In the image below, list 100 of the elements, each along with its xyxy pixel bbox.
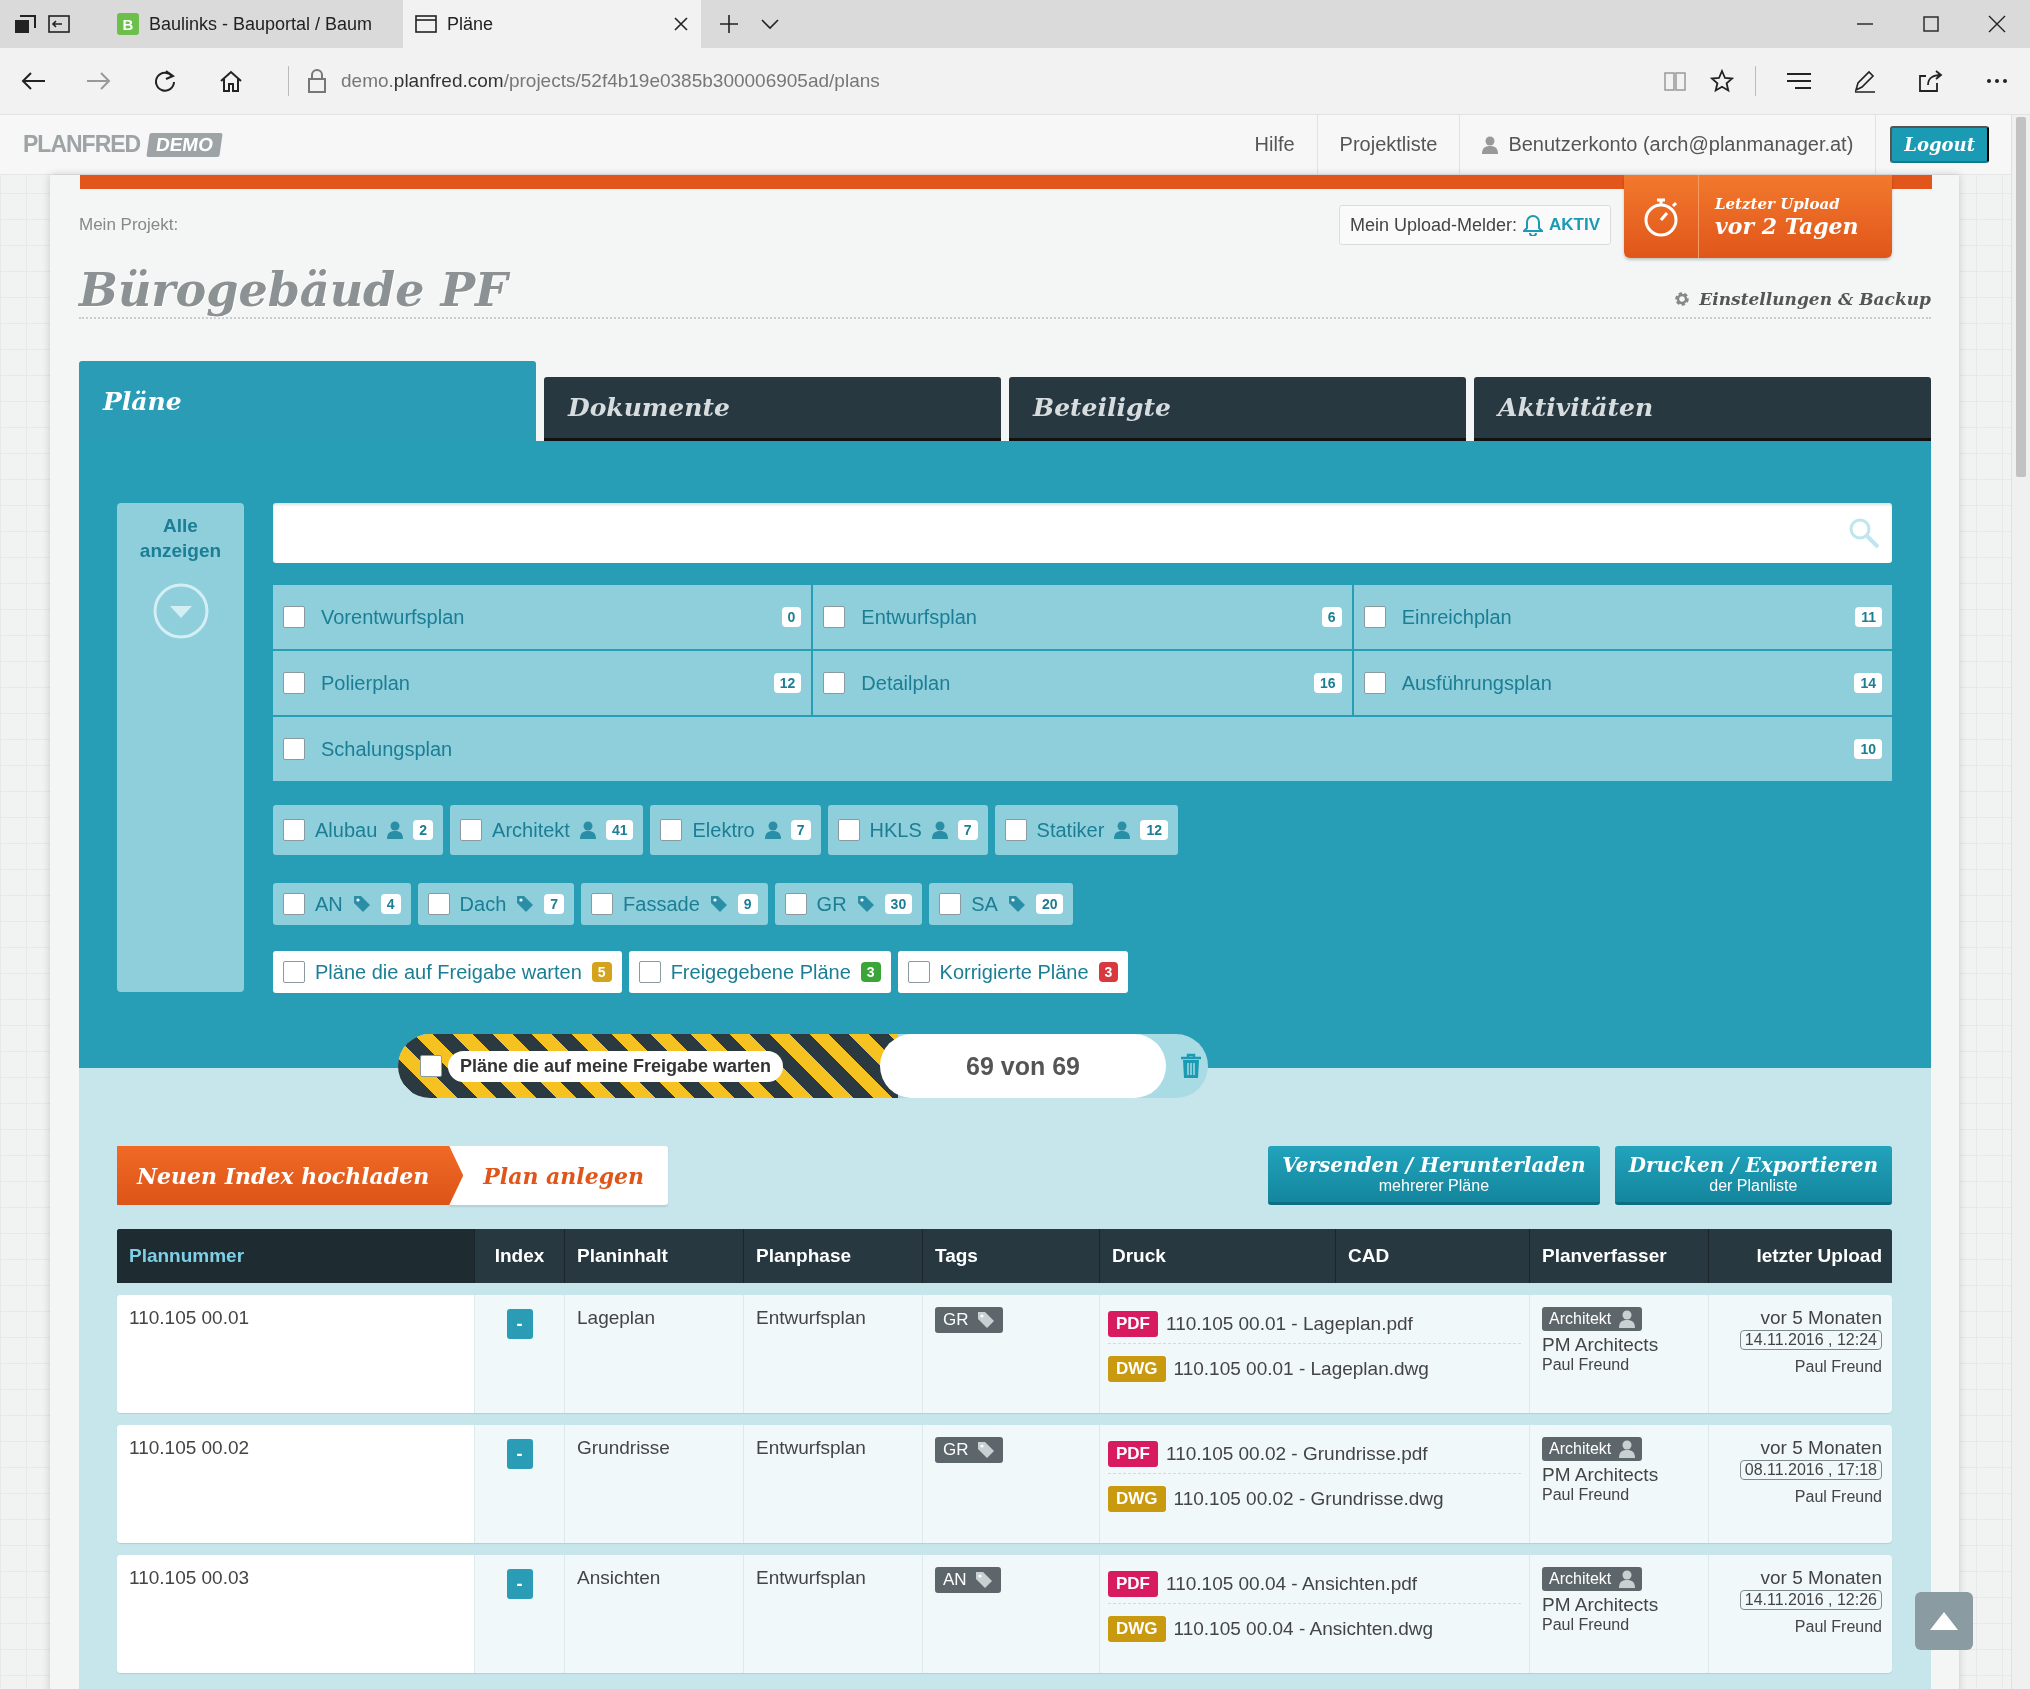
file-link[interactable]: 110.105 00.02 - Grundrisse.pdf xyxy=(1166,1443,1428,1465)
maximize-icon[interactable] xyxy=(1922,15,1940,33)
back-icon[interactable] xyxy=(20,70,46,92)
checkbox[interactable] xyxy=(638,961,661,983)
reading-view-icon[interactable] xyxy=(1662,70,1687,92)
filter-option[interactable]: Entwurfsplan 6 xyxy=(813,585,1352,649)
tab[interactable]: Dokumente xyxy=(544,377,1001,441)
hub-icon[interactable] xyxy=(1786,72,1812,90)
checkbox[interactable] xyxy=(283,606,305,628)
share-icon[interactable] xyxy=(1918,69,1944,93)
scroll-top-button[interactable] xyxy=(1915,1592,1973,1650)
checkbox[interactable] xyxy=(1363,606,1386,628)
account-link[interactable]: Benutzerkonto (arch@planmanager.at) xyxy=(1459,115,1876,174)
checkbox[interactable] xyxy=(420,1055,442,1077)
nav-link[interactable]: Projektliste xyxy=(1316,115,1460,174)
filter-option[interactable]: Ausführungsplan 14 xyxy=(1353,651,1892,715)
column-header[interactable]: Druck xyxy=(1099,1229,1335,1283)
address-field[interactable]: demo.planfred.com/projects/52f4b19e0385b300006905ad/plans xyxy=(341,70,880,92)
filter-chip[interactable]: Architekt 41 xyxy=(450,805,644,855)
search-field[interactable] xyxy=(273,503,1892,563)
filter-chip[interactable]: Fassade 9 xyxy=(581,883,768,925)
checkbox[interactable] xyxy=(660,819,683,841)
filter-label: Architekt xyxy=(492,818,570,842)
tab[interactable]: Aktivitäten xyxy=(1474,377,1931,441)
nav-link[interactable]: Hilfe xyxy=(1232,115,1317,174)
tab[interactable]: Pläne xyxy=(79,361,536,441)
browser-tab[interactable]: Pläne xyxy=(403,0,701,48)
filter-chip[interactable]: Elektro 7 xyxy=(650,805,821,855)
column-header[interactable]: Index xyxy=(474,1229,564,1283)
checkbox[interactable] xyxy=(591,893,614,915)
pen-icon[interactable] xyxy=(1853,69,1877,93)
checkbox[interactable] xyxy=(460,819,483,841)
checkbox[interactable] xyxy=(823,672,846,694)
filter-chip[interactable]: Statiker 12 xyxy=(994,805,1178,855)
refresh-icon[interactable] xyxy=(153,69,177,93)
checkbox[interactable] xyxy=(823,606,846,628)
file-link[interactable]: 110.105 00.02 - Grundrisse.dwg xyxy=(1173,1488,1444,1510)
tabs-icon[interactable] xyxy=(14,14,36,34)
checkbox[interactable] xyxy=(1363,672,1386,694)
column-header[interactable]: CAD xyxy=(1335,1229,1529,1283)
lock-icon xyxy=(307,69,327,93)
checkbox[interactable] xyxy=(1004,819,1027,841)
forward-icon[interactable] xyxy=(86,70,112,92)
column-header[interactable]: Tags xyxy=(922,1229,1099,1283)
action-button[interactable]: Versenden / Herunterladen mehrerer Pläne xyxy=(1268,1146,1600,1205)
checkbox[interactable] xyxy=(283,738,305,760)
tab[interactable]: Beteiligte xyxy=(1009,377,1466,441)
star-icon[interactable] xyxy=(1709,69,1734,93)
filter-label: Fassade xyxy=(623,892,700,916)
checkbox[interactable] xyxy=(907,961,930,983)
filter-option[interactable]: Einreichplan 11 xyxy=(1353,585,1892,649)
checkbox[interactable] xyxy=(283,819,305,841)
filter-option[interactable]: Polierplan 12 xyxy=(273,651,812,715)
create-plan-button[interactable]: Plan anlegen xyxy=(449,1146,669,1205)
checkbox[interactable] xyxy=(283,893,305,915)
settings-link[interactable]: Einstellungen & Backup xyxy=(1673,289,1931,309)
upload-alert-toggle[interactable]: Mein Upload-Melder: AKTIV xyxy=(1338,205,1611,245)
count-badge: 12 xyxy=(1140,820,1168,840)
show-all-button[interactable]: Alle anzeigen xyxy=(117,503,244,992)
close-icon[interactable] xyxy=(673,16,689,32)
file-link[interactable]: 110.105 00.04 - Ansichten.pdf xyxy=(1166,1573,1418,1595)
file-link[interactable]: 110.105 00.01 - Lageplan.pdf xyxy=(1166,1313,1413,1335)
checkbox[interactable] xyxy=(784,893,807,915)
checkbox[interactable] xyxy=(939,893,962,915)
file-link[interactable]: 110.105 00.01 - Lageplan.dwg xyxy=(1173,1358,1429,1380)
filter-chip[interactable]: Freigegebene Pläne 3 xyxy=(628,951,891,993)
upload-button[interactable]: Neuen Index hochladen xyxy=(117,1146,464,1205)
home-icon[interactable] xyxy=(219,69,243,93)
filter-chip[interactable]: SA 20 xyxy=(929,883,1074,925)
file-link[interactable]: 110.105 00.04 - Ansichten.dwg xyxy=(1173,1618,1434,1640)
checkbox[interactable] xyxy=(427,893,450,915)
close-icon[interactable] xyxy=(1988,15,2006,33)
filter-chip[interactable]: Alubau 2 xyxy=(273,805,444,855)
filter-chip[interactable]: Korrigierte Pläne 3 xyxy=(897,951,1129,993)
filter-option[interactable]: Vorentwurfsplan 0 xyxy=(273,585,812,649)
checkbox[interactable] xyxy=(283,961,305,983)
filter-chip[interactable]: AN 4 xyxy=(273,883,411,925)
more-icon[interactable] xyxy=(1986,78,2008,84)
filter-chip[interactable]: Pläne die auf Freigabe warten 5 xyxy=(273,951,622,993)
filter-option[interactable]: Detailplan 16 xyxy=(813,651,1352,715)
tag-icon xyxy=(709,895,728,913)
checkbox[interactable] xyxy=(837,819,860,841)
checkbox[interactable] xyxy=(283,672,305,694)
file-type-badge: DWG xyxy=(1108,1356,1166,1382)
action-button[interactable]: Drucken / Exportieren der Planliste xyxy=(1614,1146,1892,1205)
column-header[interactable]: Planverfasser xyxy=(1529,1229,1708,1283)
set-aside-icon[interactable] xyxy=(48,15,70,33)
column-header[interactable]: Plannummer xyxy=(117,1229,474,1283)
filter-chip[interactable]: Dach 7 xyxy=(417,883,575,925)
filter-option[interactable]: Schalungsplan 10 xyxy=(273,717,1892,781)
filter-chip[interactable]: GR 30 xyxy=(774,883,923,925)
filter-chip[interactable]: HKLS 7 xyxy=(827,805,988,855)
column-header[interactable]: letzter Upload xyxy=(1708,1229,1892,1283)
new-tab-icon[interactable] xyxy=(719,14,739,34)
logout-button[interactable]: Logout xyxy=(1890,126,1989,163)
column-header[interactable]: Planphase xyxy=(743,1229,922,1283)
trash-icon[interactable] xyxy=(1180,1053,1202,1079)
column-header[interactable]: Planinhalt xyxy=(564,1229,743,1283)
chevron-down-icon[interactable] xyxy=(761,18,779,30)
browser-tab[interactable]: B Baulinks - Bauportal / Baum xyxy=(105,0,403,48)
